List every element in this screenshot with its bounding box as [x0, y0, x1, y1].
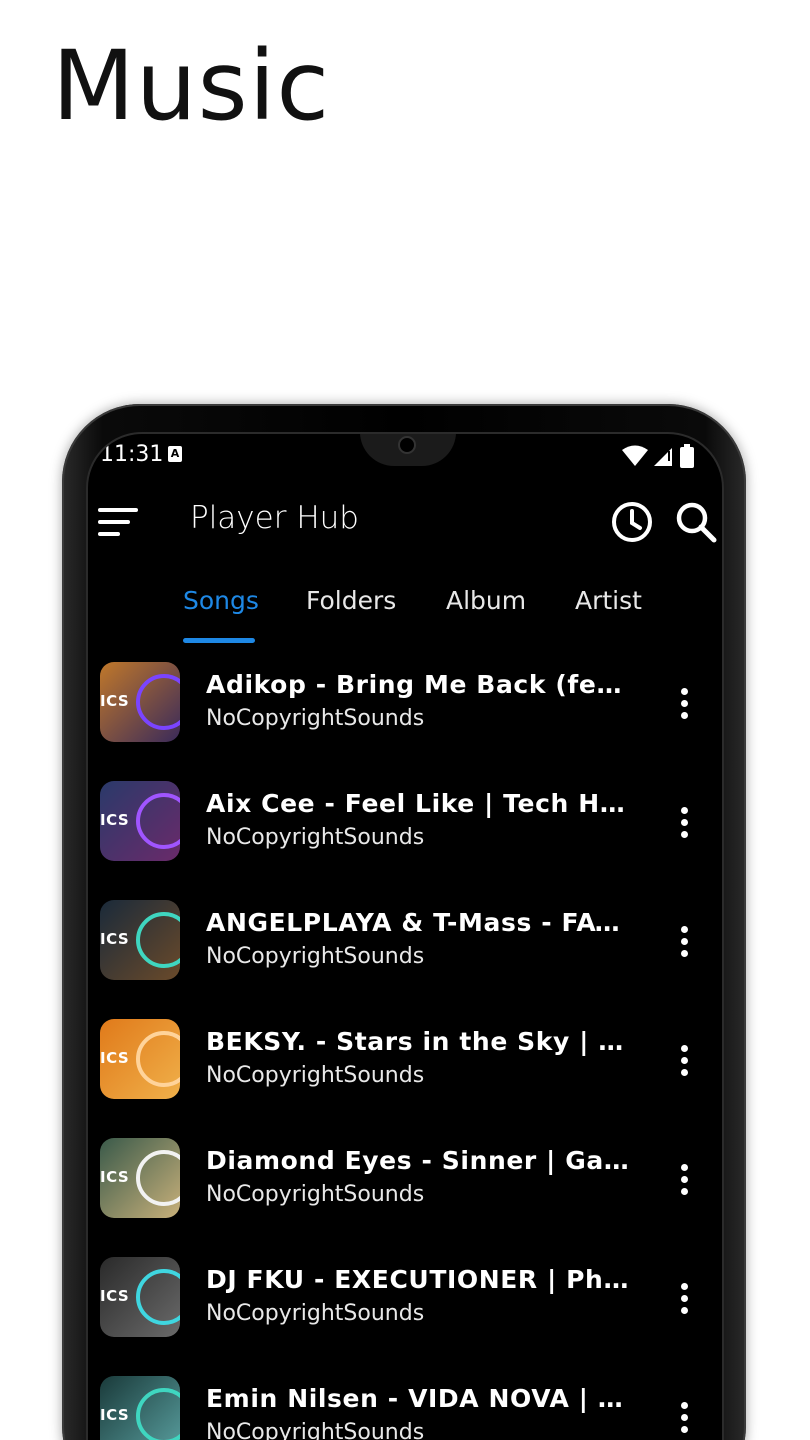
- search-icon[interactable]: [674, 500, 718, 544]
- tab-folders[interactable]: Folders: [306, 586, 396, 615]
- song-artist: NoCopyrightSounds: [206, 1182, 425, 1207]
- status-icons: [622, 444, 694, 468]
- tab-album[interactable]: Album: [446, 586, 526, 615]
- app-title: Player Hub: [190, 500, 359, 536]
- album-art-thumbnail: ICS: [100, 1138, 180, 1218]
- more-options-icon[interactable]: [668, 803, 700, 843]
- song-title: BEKSY. - Stars in the Sky | Elec...: [206, 1027, 638, 1056]
- ncs-logo: ICS: [100, 692, 130, 710]
- phone-screen: 11:31 A Player Hub Songs Folders Album A…: [86, 432, 724, 1440]
- promo-page: Music 11:31 A Player Hub Songs Folders A…: [0, 0, 810, 1440]
- album-art-ring: [136, 1150, 180, 1206]
- signal-icon: [654, 448, 672, 466]
- album-art-thumbnail: ICS: [100, 1019, 180, 1099]
- song-artist: NoCopyrightSounds: [206, 825, 425, 850]
- battery-icon: [680, 444, 694, 468]
- tab-bar: Songs Folders Album Artist: [88, 586, 722, 646]
- song-row[interactable]: ICS BEKSY. - Stars in the Sky | Elec... No…: [88, 1019, 722, 1119]
- song-row[interactable]: ICS Aix Cee - Feel Like | Tech Hous... NoC…: [88, 781, 722, 881]
- song-title: Adikop - Bring Me Back (feat. N...: [206, 670, 638, 699]
- song-artist: NoCopyrightSounds: [206, 706, 425, 731]
- song-artist: NoCopyrightSounds: [206, 1420, 425, 1440]
- ncs-logo: ICS: [100, 1406, 130, 1424]
- menu-icon[interactable]: [98, 506, 140, 538]
- ncs-logo: ICS: [100, 930, 130, 948]
- history-icon[interactable]: [610, 500, 654, 544]
- song-row[interactable]: ICS ANGELPLAYA & T-Mass - FAVHE... NoCopyr…: [88, 900, 722, 1000]
- more-options-icon[interactable]: [668, 1160, 700, 1200]
- album-art-ring: [136, 1269, 180, 1325]
- album-art-thumbnail: ICS: [100, 662, 180, 742]
- song-artist: NoCopyrightSounds: [206, 944, 425, 969]
- album-art-thumbnail: ICS: [100, 1257, 180, 1337]
- album-art-thumbnail: ICS: [100, 1376, 180, 1440]
- status-time: 11:31: [100, 442, 164, 467]
- album-art-thumbnail: ICS: [100, 781, 180, 861]
- more-options-icon[interactable]: [668, 922, 700, 962]
- song-title: DJ FKU - EXECUTIONER | Phonk...: [206, 1265, 638, 1294]
- song-artist: NoCopyrightSounds: [206, 1301, 425, 1326]
- more-options-icon[interactable]: [668, 684, 700, 724]
- album-art-ring: [136, 793, 180, 849]
- ncs-logo: ICS: [100, 811, 130, 829]
- song-title: Emin Nilsen - VIDA NOVA | Bra...: [206, 1384, 638, 1413]
- song-artist: NoCopyrightSounds: [206, 1063, 425, 1088]
- ncs-logo: ICS: [100, 1049, 130, 1067]
- song-title: ANGELPLAYA & T-Mass - FAVHE...: [206, 908, 638, 937]
- camera-icon: [398, 436, 416, 454]
- tab-artist[interactable]: Artist: [575, 586, 642, 615]
- song-title: Aix Cee - Feel Like | Tech Hous...: [206, 789, 638, 818]
- album-art-ring: [136, 674, 180, 730]
- song-row[interactable]: ICS DJ FKU - EXECUTIONER | Phonk... NoCopy…: [88, 1257, 722, 1357]
- album-art-ring: [136, 912, 180, 968]
- album-art-ring: [136, 1031, 180, 1087]
- song-row[interactable]: ICS Emin Nilsen - VIDA NOVA | Bra... NoCop…: [88, 1376, 722, 1440]
- ncs-logo: ICS: [100, 1168, 130, 1186]
- tab-indicator: [183, 638, 255, 643]
- song-row[interactable]: ICS Adikop - Bring Me Back (feat. N... NoC…: [88, 662, 722, 762]
- wifi-icon: [622, 445, 648, 466]
- song-row[interactable]: ICS Diamond Eyes - Sinner | Garag... NoCop…: [88, 1138, 722, 1238]
- camera-notch: [360, 434, 456, 466]
- more-options-icon[interactable]: [668, 1279, 700, 1319]
- a-icon: A: [168, 446, 182, 462]
- album-art-thumbnail: ICS: [100, 900, 180, 980]
- album-art-ring: [136, 1388, 180, 1440]
- promo-title: Music: [52, 30, 331, 142]
- song-title: Diamond Eyes - Sinner | Garag...: [206, 1146, 638, 1175]
- ncs-logo: ICS: [100, 1287, 130, 1305]
- tab-songs[interactable]: Songs: [183, 586, 259, 615]
- more-options-icon[interactable]: [668, 1398, 700, 1438]
- more-options-icon[interactable]: [668, 1041, 700, 1081]
